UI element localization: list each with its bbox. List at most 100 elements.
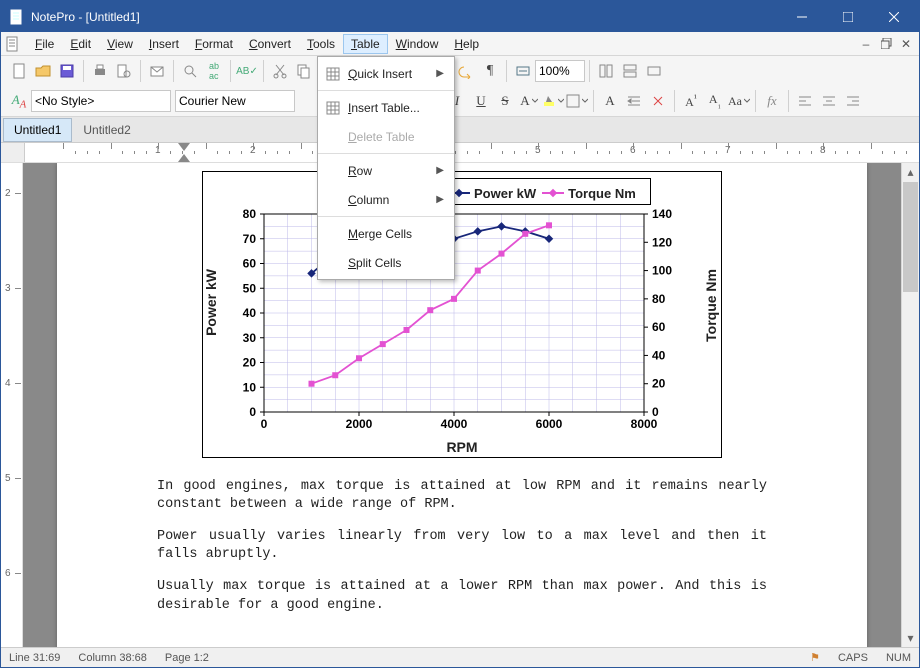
workarea: 23456 Power kWTorque Nm 0200040006000800… <box>1 163 919 647</box>
toolbar-row-1: abac AB✓ Ω ¶ <box>1 56 919 86</box>
underline-icon[interactable]: U <box>469 89 493 113</box>
svg-text:60: 60 <box>243 256 257 270</box>
status-page: Page 1:2 <box>165 652 209 664</box>
strike-icon[interactable]: S <box>493 89 517 113</box>
status-column: Column 38:68 <box>78 652 147 664</box>
sup-icon[interactable]: A¹ <box>679 89 703 113</box>
find-icon[interactable] <box>178 59 202 83</box>
svg-text:70: 70 <box>243 231 257 245</box>
highlight-icon[interactable] <box>541 89 565 113</box>
align-left-icon[interactable] <box>793 89 817 113</box>
document-canvas[interactable]: Power kWTorque Nm 0200040006000800001020… <box>23 163 901 647</box>
menu-item-quick-insert[interactable]: Quick Insert▶ <box>318 59 454 88</box>
menu-help[interactable]: Help <box>446 34 487 54</box>
menu-tools[interactable]: Tools <box>299 34 343 54</box>
mdi-restore-icon[interactable] <box>877 35 895 53</box>
y-axis-left-label: Power kW <box>203 269 219 336</box>
print-icon[interactable] <box>88 59 112 83</box>
replace-icon[interactable]: abac <box>202 59 226 83</box>
y-axis-right-label: Torque Nm <box>703 269 719 342</box>
doc-icon <box>5 36 21 52</box>
copy-icon[interactable] <box>292 59 316 83</box>
align-center-icon[interactable] <box>817 89 841 113</box>
print-preview-icon[interactable] <box>112 59 136 83</box>
app-icon <box>9 9 25 25</box>
mdi-close-icon[interactable]: ✕ <box>897 35 915 53</box>
menu-item-row[interactable]: Row▶ <box>318 156 454 185</box>
document-tabs: Untitled1Untitled2 <box>1 117 919 143</box>
status-num: NUM <box>886 652 911 664</box>
align-right-icon[interactable] <box>841 89 865 113</box>
maximize-button[interactable] <box>825 2 871 32</box>
mail-icon[interactable] <box>145 59 169 83</box>
chart: Power kWTorque Nm 0200040006000800001020… <box>202 171 722 458</box>
clear-format-icon[interactable] <box>646 89 670 113</box>
scroll-up-icon[interactable]: ▴ <box>902 163 919 181</box>
open-icon[interactable] <box>31 59 55 83</box>
zoom-combo[interactable] <box>535 60 585 82</box>
menu-format[interactable]: Format <box>187 34 241 54</box>
spellcheck-icon[interactable]: AB✓ <box>235 59 259 83</box>
svg-text:4000: 4000 <box>441 417 468 431</box>
menu-item-insert-table-[interactable]: Insert Table... <box>318 93 454 122</box>
tab-untitled2[interactable]: Untitled2 <box>72 118 141 142</box>
tab-untitled1[interactable]: Untitled1 <box>3 118 72 142</box>
svg-text:60: 60 <box>652 320 666 334</box>
svg-text:40: 40 <box>652 348 666 362</box>
status-bar: Line 31:69 Column 38:68 Page 1:2 ⚑ CAPS … <box>1 647 919 667</box>
menu-view[interactable]: View <box>99 34 141 54</box>
cut-icon[interactable] <box>268 59 292 83</box>
font-color-icon[interactable]: A <box>517 89 541 113</box>
fit-width-icon[interactable] <box>511 59 535 83</box>
svg-text:10: 10 <box>243 380 257 394</box>
svg-text:100: 100 <box>652 263 672 277</box>
scrollbar-thumb[interactable] <box>903 182 918 292</box>
case-icon[interactable]: A <box>598 89 622 113</box>
page: Power kWTorque Nm 0200040006000800001020… <box>57 163 867 647</box>
undo-icon[interactable] <box>454 59 478 83</box>
svg-text:50: 50 <box>243 281 257 295</box>
menu-item-merge-cells[interactable]: Merge Cells <box>318 219 454 248</box>
font-combo[interactable] <box>175 90 295 112</box>
chart-legend: Power kWTorque Nm <box>439 178 651 205</box>
svg-text:8000: 8000 <box>631 417 658 431</box>
ruler-vertical[interactable]: 23456 <box>1 163 23 647</box>
close-button[interactable] <box>871 2 917 32</box>
border-icon[interactable] <box>565 89 589 113</box>
body-text[interactable]: In good engines, max torque is attained … <box>157 478 767 615</box>
svg-text:2000: 2000 <box>346 417 373 431</box>
pilcrow-icon[interactable]: ¶ <box>478 59 502 83</box>
scroll-down-icon[interactable]: ▾ <box>902 629 919 647</box>
menu-item-delete-table: Delete Table <box>318 122 454 151</box>
tile-icon[interactable] <box>594 59 618 83</box>
table-menu-dropdown: Quick Insert▶ Insert Table...Delete Table… <box>317 56 455 280</box>
window-list-icon[interactable] <box>642 59 666 83</box>
styles-icon[interactable]: AA <box>7 89 31 113</box>
mdi-minimize-icon[interactable]: – <box>857 35 875 53</box>
menu-edit[interactable]: Edit <box>62 34 99 54</box>
ruler-horizontal[interactable]: 12345678 <box>1 143 919 163</box>
indent-icon[interactable] <box>622 89 646 113</box>
minimize-button[interactable] <box>779 2 825 32</box>
small-caps-icon[interactable]: Aa <box>727 89 751 113</box>
formula-icon[interactable]: fx <box>760 89 784 113</box>
menu-item-split-cells[interactable]: Split Cells <box>318 248 454 277</box>
toolbar-row-2: AA I U S A A A¹ A₁ Aa fx <box>1 86 919 116</box>
svg-text:0: 0 <box>261 417 268 431</box>
save-icon[interactable] <box>55 59 79 83</box>
new-icon[interactable] <box>7 59 31 83</box>
sub-icon[interactable]: A₁ <box>703 89 727 113</box>
menu-item-column[interactable]: Column▶ <box>318 185 454 214</box>
style-combo[interactable] <box>31 90 171 112</box>
cascade-icon[interactable] <box>618 59 642 83</box>
menu-file[interactable]: File <box>27 34 62 54</box>
svg-text:20: 20 <box>652 376 666 390</box>
svg-text:30: 30 <box>243 330 257 344</box>
vertical-scrollbar[interactable]: ▴ ▾ <box>901 163 919 647</box>
toolbar-area: abac AB✓ Ω ¶ AA <box>1 56 919 117</box>
menu-convert[interactable]: Convert <box>241 34 299 54</box>
status-line: Line 31:69 <box>9 652 60 664</box>
menu-window[interactable]: Window <box>388 34 447 54</box>
menu-table[interactable]: Table <box>343 34 388 54</box>
menu-insert[interactable]: Insert <box>141 34 187 54</box>
